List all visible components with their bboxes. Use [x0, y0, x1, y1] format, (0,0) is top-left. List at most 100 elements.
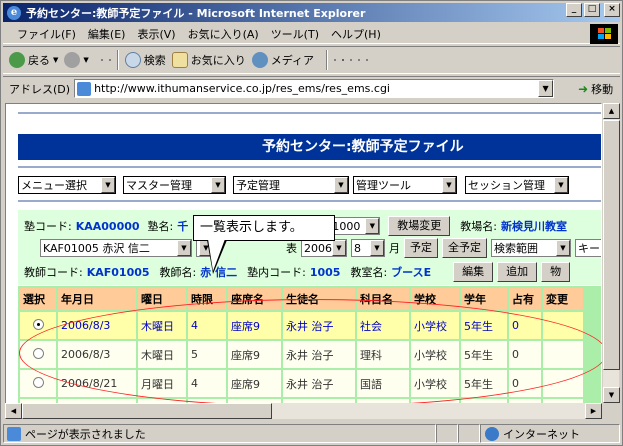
go-button[interactable]: ➜ 移動	[578, 81, 613, 97]
form-row-teacher-info: 教師コード: KAF01005 教師名: 赤 信二 塾内コード: 1005 教室…	[24, 262, 571, 282]
chevron-down-icon: ▼	[442, 177, 456, 193]
cell-date: 2006/8/3	[58, 341, 136, 368]
search-label: 検索	[143, 54, 166, 67]
juku-name-label: 塾名:	[147, 220, 174, 233]
title-rule	[18, 166, 601, 168]
chevron-down-icon: ▼	[365, 218, 380, 234]
table-row[interactable]: 2006/8/21 月曜日 4 座席9 永井 治子 国語 小学校 5年生 0	[20, 370, 583, 397]
cell-student: 永井 治子	[283, 341, 355, 368]
status-blank-panel	[436, 424, 458, 443]
nav-tools-select[interactable]: 管理ツール ▼	[353, 176, 457, 194]
nav-master-select[interactable]: マスター管理 ▼	[123, 176, 226, 194]
school-change-button[interactable]: 教場変更	[388, 216, 451, 236]
refresh-icon[interactable]	[100, 59, 103, 61]
mail-icon[interactable]	[334, 59, 337, 61]
table-row[interactable]: 2006/8/3 木曜日 5 座席9 永井 治子 理科 小学校 5年生 0	[20, 341, 583, 368]
address-input[interactable]: http://www.ithumanservice.co.jp/res_ems/…	[74, 79, 555, 98]
media-icon	[251, 52, 268, 68]
col-grade: 学年	[461, 288, 507, 310]
research-icon[interactable]	[366, 59, 369, 61]
edit-button[interactable]: 編集	[453, 262, 494, 282]
scroll-left-icon[interactable]: ◀	[5, 403, 22, 419]
more-button[interactable]: 物	[541, 262, 571, 282]
print-icon[interactable]	[342, 59, 345, 61]
cell-day: 月曜日	[138, 370, 186, 397]
address-dropdown-icon[interactable]: ▼	[538, 80, 554, 97]
toolbar-separator	[326, 50, 329, 70]
vertical-scrollbar[interactable]: ▲ ▼	[602, 103, 620, 403]
year-select[interactable]: 2006 ▼	[301, 239, 347, 257]
forward-button[interactable]: ▼	[64, 52, 89, 68]
cell-student: 永井 治子	[283, 312, 355, 339]
page-title: 予約センター:教師予定ファイル	[18, 134, 601, 160]
teacher-select[interactable]: KAF01005 赤沢 信二 ▼	[40, 239, 192, 257]
menu-edit[interactable]: 編集(E)	[88, 26, 126, 42]
cell-day: 木曜日	[138, 341, 186, 368]
scroll-right-icon[interactable]: ▶	[585, 403, 602, 419]
go-label: 移動	[591, 82, 614, 96]
windows-logo-icon	[590, 24, 618, 44]
nav-session-select[interactable]: セッション管理 ▼	[465, 176, 569, 194]
nav-schedule-select[interactable]: 予定管理 ▼	[233, 176, 349, 194]
go-arrow-icon: ➜	[578, 81, 589, 96]
add-button[interactable]: 追加	[497, 262, 538, 282]
month-select[interactable]: 8 ▼	[351, 239, 385, 257]
horizontal-scroll-thumb[interactable]	[22, 403, 272, 419]
keyword-input-text: キーワー	[578, 242, 601, 255]
scroll-down-icon[interactable]: ▼	[603, 387, 620, 403]
cell-date: 2006/8/21	[58, 370, 136, 397]
all-schedule-button[interactable]: 全予定	[442, 238, 487, 258]
maximize-button[interactable]: □	[584, 3, 600, 17]
schedule-button[interactable]: 予定	[404, 238, 438, 258]
menu-bar: ファイル(F) 編集(E) 表示(V) お気に入り(A) ツール(T) ヘルプ(…	[3, 24, 620, 44]
room-label: 教室名:	[350, 266, 388, 279]
row-radio-selected[interactable]	[32, 318, 44, 330]
search-button[interactable]: 検索	[124, 52, 166, 68]
search-icon	[124, 52, 141, 68]
back-button[interactable]: 戻る ▼	[9, 52, 58, 68]
close-button[interactable]: ×	[604, 3, 620, 17]
menu-help[interactable]: ヘルプ(H)	[331, 26, 381, 42]
home-icon[interactable]	[108, 59, 111, 61]
menu-file[interactable]: ファイル(F)	[17, 26, 76, 42]
favorites-button[interactable]: お気に入り	[171, 52, 246, 68]
chevron-down-icon: ▼	[332, 240, 346, 256]
search-range-select[interactable]: 検索範囲 ▼	[491, 239, 571, 257]
scrollbar-corner	[602, 403, 619, 419]
table-row[interactable]: 2006/8/3 木曜日 4 座席9 永井 治子 社会 小学校 5年生 0	[20, 312, 583, 339]
page-content: 予約センター:教師予定ファイル メニュー選択 ▼ マスター管理 ▼ 予定管理 ▼…	[5, 103, 602, 419]
cell-period: 4	[188, 312, 226, 339]
menu-view[interactable]: 表示(V)	[137, 26, 175, 42]
media-button[interactable]: メディア	[251, 52, 314, 68]
menu-favorites[interactable]: お気に入り(A)	[188, 26, 259, 42]
col-student: 生徒名	[283, 288, 355, 310]
col-period: 時限	[188, 288, 226, 310]
discuss-icon[interactable]	[358, 59, 361, 61]
chevron-down-icon: ▼	[101, 177, 115, 193]
vertical-scroll-thumb[interactable]	[603, 120, 620, 370]
menu-tools[interactable]: ツール(T)	[271, 26, 319, 42]
inner-code-value: 1005	[309, 265, 341, 279]
nav-menu-select[interactable]: メニュー選択 ▼	[18, 176, 116, 194]
row-radio[interactable]	[32, 376, 44, 388]
cell-grade: 5年生	[461, 341, 507, 368]
back-dropdown-icon: ▼	[53, 56, 59, 64]
cell-period: 4	[188, 370, 226, 397]
status-text-panel: ページが表示されました	[3, 424, 436, 443]
table-header-row: 選択 年月日 曜日 時限 座席名 生徒名 科目名 学校 学年 占有 変更	[20, 288, 583, 310]
chevron-down-icon: ▼	[211, 177, 225, 193]
edit-icon[interactable]	[350, 59, 353, 61]
minimize-button[interactable]: _	[566, 3, 582, 17]
keyword-input[interactable]: キーワー	[575, 239, 601, 257]
row-radio[interactable]	[32, 347, 44, 359]
nav-session-select-label: セッション管理	[468, 179, 545, 192]
ie-logo-icon: e	[7, 5, 21, 20]
forward-arrow-icon	[64, 52, 81, 68]
horizontal-scrollbar[interactable]: ◀ ▶	[5, 403, 602, 419]
cell-student: 永井 治子	[283, 370, 355, 397]
back-arrow-icon	[9, 52, 25, 68]
address-label: アドレス(D)	[9, 82, 71, 96]
scroll-up-icon[interactable]: ▲	[603, 103, 620, 119]
cell-grade: 5年生	[461, 370, 507, 397]
top-rule	[18, 112, 601, 114]
